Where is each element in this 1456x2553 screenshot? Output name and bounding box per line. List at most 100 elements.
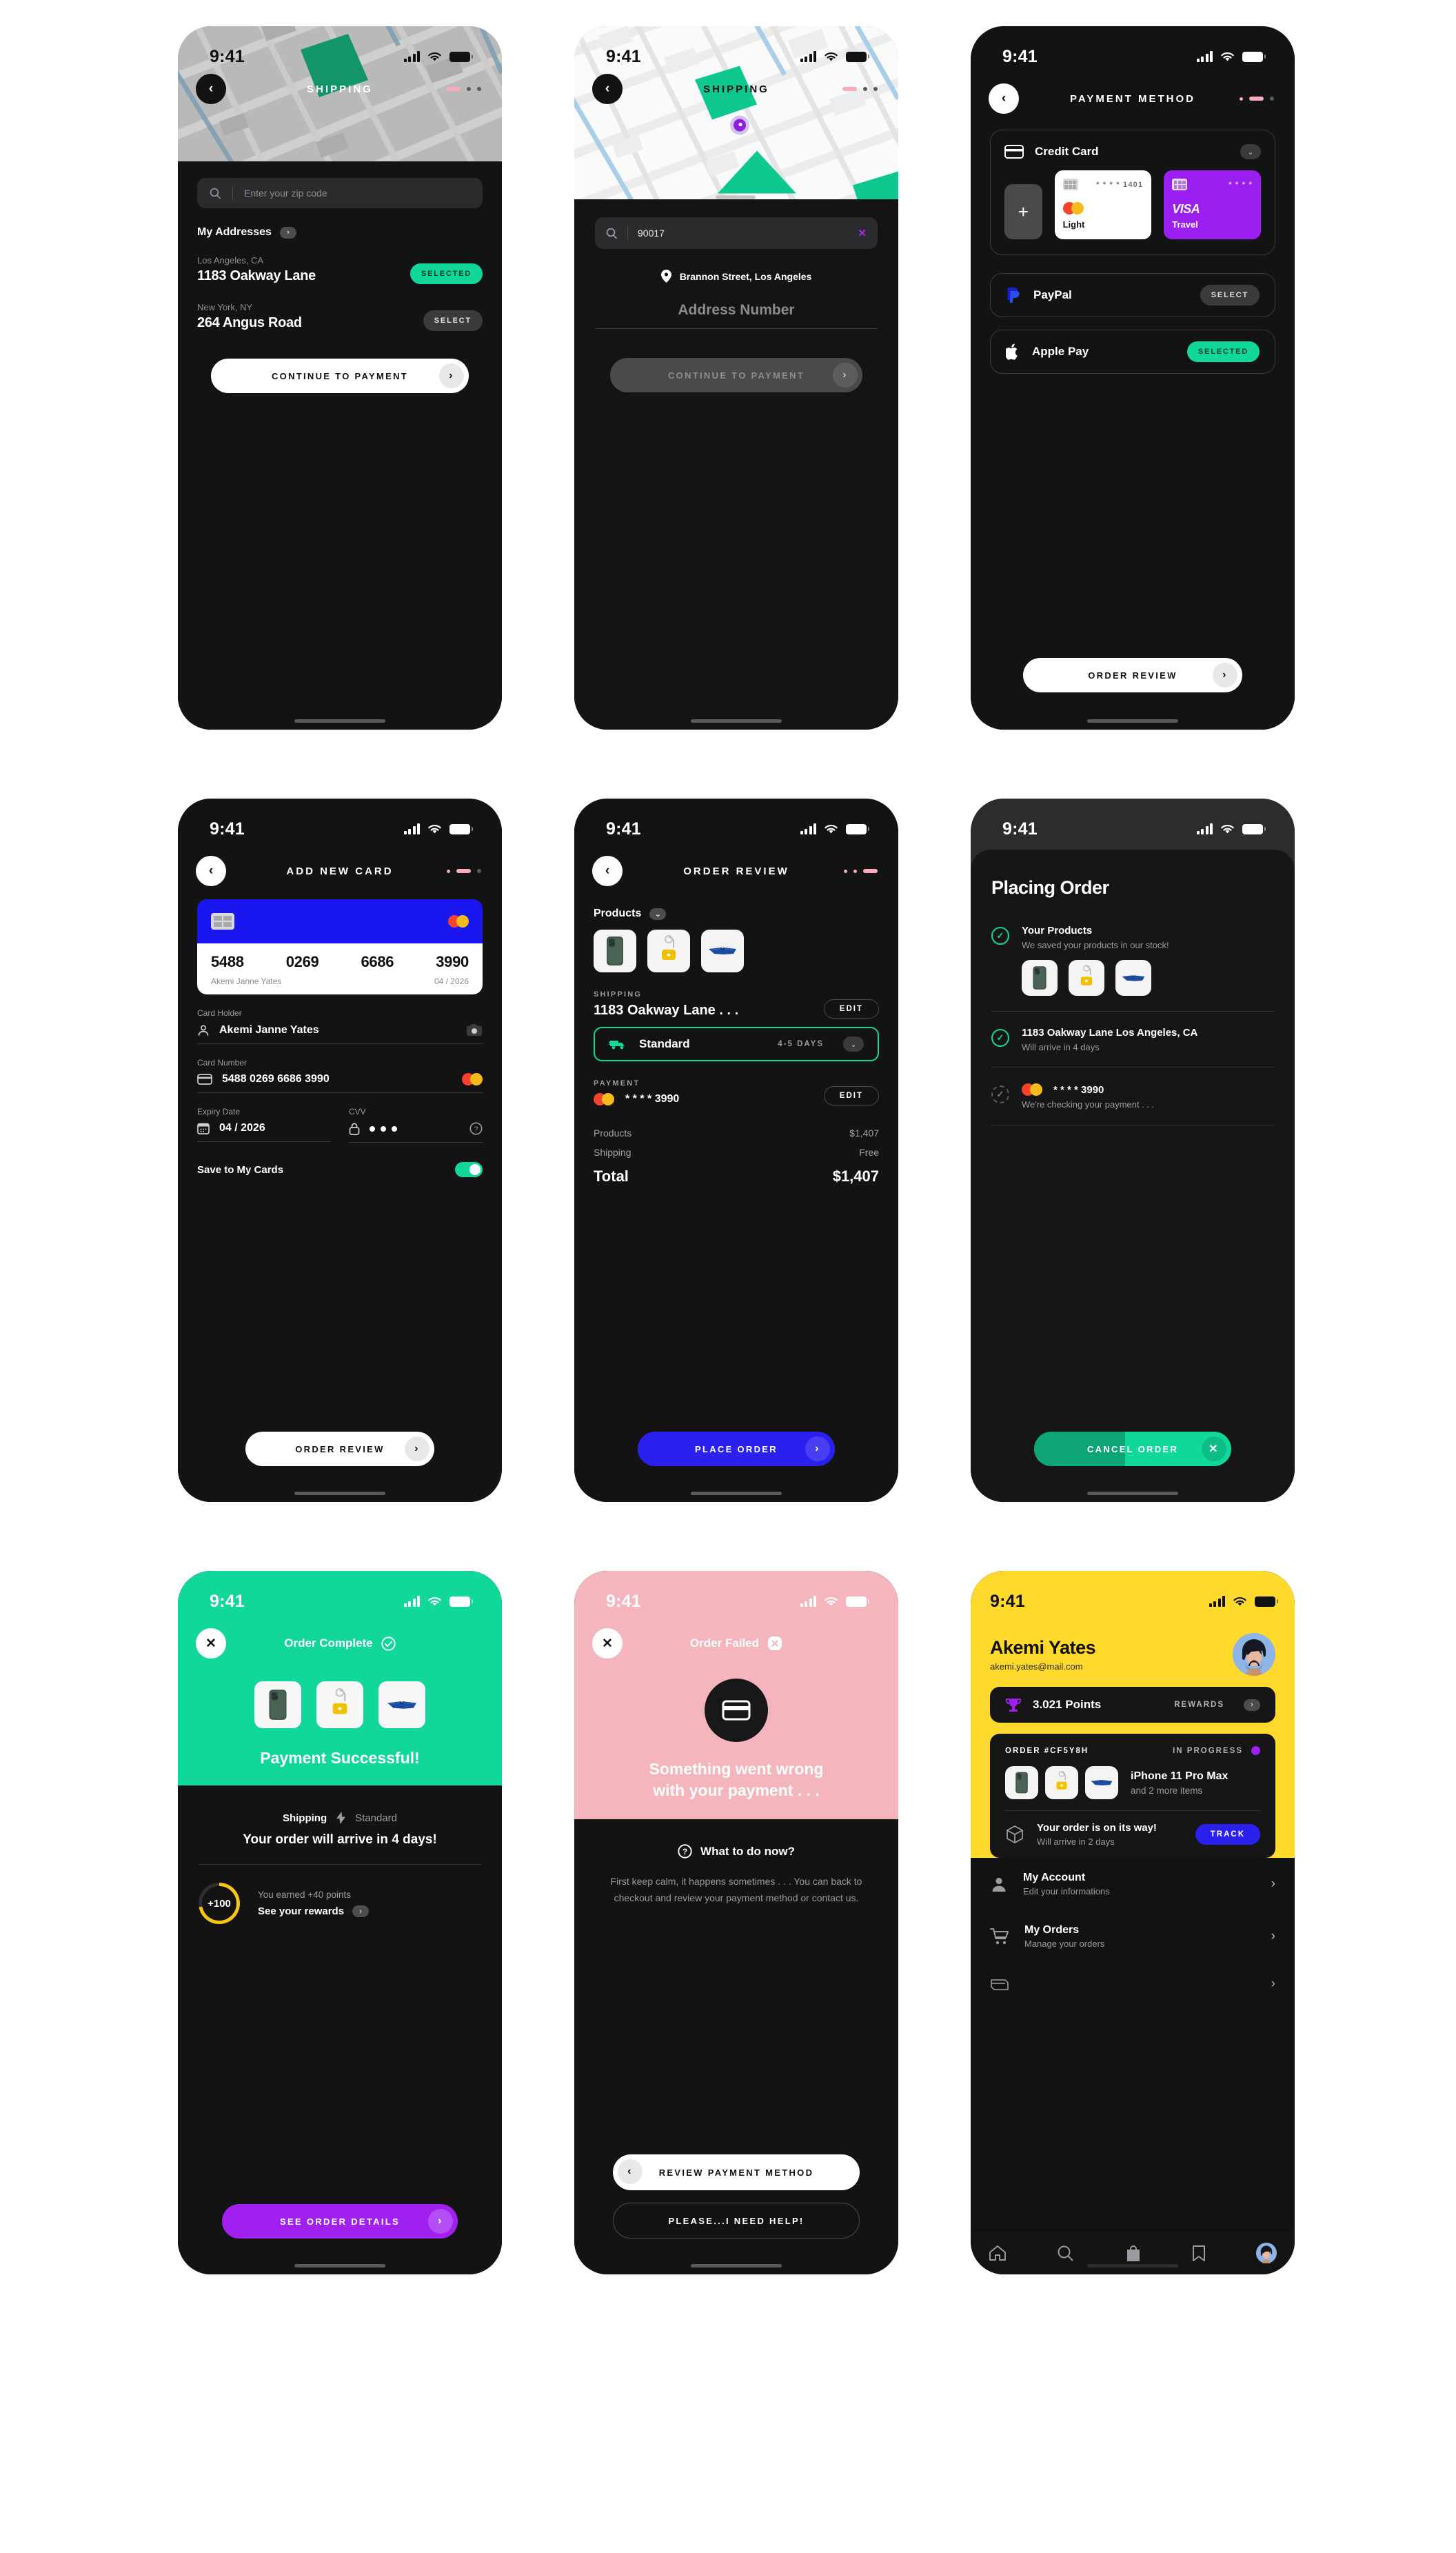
bag-icon[interactable]: [1125, 2245, 1142, 2262]
save-card-toggle[interactable]: [455, 1162, 483, 1177]
hero-title-line2: with your payment . . .: [653, 1781, 820, 1800]
track-button[interactable]: TRACK: [1195, 1824, 1260, 1845]
close-button[interactable]: ✕: [592, 1628, 623, 1659]
chevron-right-icon[interactable]: ›: [279, 226, 296, 239]
product-sunglasses[interactable]: [701, 930, 744, 972]
place-order-button[interactable]: PLACE ORDER ›: [638, 1432, 835, 1466]
chevron-right-icon[interactable]: ›: [1244, 1699, 1260, 1711]
card-number-label: Card Number: [197, 1058, 247, 1068]
home-indicator: [691, 719, 782, 723]
back-button[interactable]: ‹: [196, 856, 226, 886]
tracking-row[interactable]: Your order is on its way! Will arrive in…: [1005, 1810, 1260, 1858]
shipping-option-standard[interactable]: Standard 4-5 DAYS ⌄: [594, 1027, 879, 1061]
need-help-button[interactable]: PLEASE...I NEED HELP!: [613, 2203, 860, 2239]
order-card[interactable]: ORDER #CF5Y8H IN PROGRESS iPhone 11 Pro …: [990, 1734, 1275, 1858]
address-number-input[interactable]: Address Number: [595, 302, 878, 329]
back-button[interactable]: ‹: [196, 74, 226, 104]
shipping-address: 1183 Oakway Lane . . .: [594, 1003, 739, 1018]
page-indicator[interactable]: [842, 87, 878, 91]
address-row[interactable]: Los Angeles, CA 1183 Oakway Lane SELECTE…: [197, 255, 483, 284]
menu-item-my-orders[interactable]: My Orders Manage your orders ›: [990, 1910, 1275, 1963]
product-bag[interactable]: [647, 930, 690, 972]
status-bar: 9:41: [971, 26, 1295, 77]
review-payment-method-button[interactable]: ‹ REVIEW PAYMENT METHOD: [613, 2154, 860, 2190]
camera-icon[interactable]: [466, 1023, 483, 1037]
chevron-down-icon[interactable]: ⌄: [649, 908, 667, 920]
close-icon[interactable]: ✕: [858, 227, 867, 239]
address-row[interactable]: New York, NY 264 Angus Road SELECT: [197, 302, 483, 331]
card-number-field[interactable]: Card Number 5488 0269 6686 3990: [197, 1058, 483, 1093]
product-bag[interactable]: [316, 1681, 363, 1728]
page-indicator[interactable]: [844, 869, 878, 873]
phone-profile: 9:41 Akemi Yates akemi.yates@mail.com 3.…: [971, 1571, 1295, 2274]
credit-card-icon: [1004, 145, 1024, 159]
product-sunglasses[interactable]: [378, 1681, 425, 1728]
page-indicator[interactable]: [447, 869, 481, 873]
my-addresses-header[interactable]: My Addresses ›: [197, 226, 483, 239]
shipping-method: Standard: [355, 1812, 398, 1824]
product-iphone[interactable]: [594, 930, 636, 972]
edit-shipping-button[interactable]: EDIT: [823, 999, 879, 1019]
menu-item-my-cards[interactable]: My Cards ›: [990, 1963, 1275, 1992]
expiry-date-field[interactable]: Expiry Date 04 / 2026: [197, 1107, 331, 1143]
continue-label: CONTINUE TO PAYMENT: [667, 370, 805, 381]
chevron-right-icon[interactable]: ›: [352, 1905, 370, 1917]
paypal-select-button[interactable]: SELECT: [1200, 285, 1260, 306]
menu-item-my-account[interactable]: My Account Edit your informations ›: [990, 1858, 1275, 1910]
card-number-group: 3990: [436, 953, 469, 970]
card-holder-field[interactable]: Card Holder Akemi Janne Yates: [197, 1008, 483, 1044]
product-iphone[interactable]: [1022, 960, 1058, 996]
avatar-icon[interactable]: [1256, 2243, 1277, 2263]
signal-icon: [800, 1596, 816, 1607]
product-iphone[interactable]: [254, 1681, 301, 1728]
edit-payment-button[interactable]: EDIT: [823, 1086, 879, 1105]
product-sunglasses[interactable]: [1115, 960, 1151, 996]
cvv-field[interactable]: CVV ?: [349, 1107, 483, 1143]
bookmark-icon[interactable]: [1192, 2245, 1206, 2262]
card-label: Travel: [1172, 219, 1198, 230]
save-card-toggle-row[interactable]: Save to My Cards: [197, 1162, 483, 1177]
product-bag[interactable]: [1069, 960, 1104, 996]
cancel-order-button[interactable]: CANCEL ORDER ✕: [1034, 1432, 1231, 1466]
products-header[interactable]: Products ⌄: [594, 908, 879, 920]
chevron-down-icon[interactable]: ⌄: [843, 1037, 864, 1052]
address-entry-panel: 90017 ✕ Brannon Street, Los Angeles Addr…: [574, 199, 898, 730]
back-button[interactable]: ‹: [592, 74, 623, 104]
zip-search-input[interactable]: 90017 ✕: [595, 217, 878, 249]
home-icon[interactable]: [989, 2245, 1007, 2261]
order-review-button[interactable]: ORDER REVIEW ›: [245, 1432, 434, 1466]
address-select-button[interactable]: SELECTED: [410, 263, 483, 284]
saved-card[interactable]: * * * * 1401 Light: [1054, 170, 1152, 239]
menu-subtitle: Edit your informations: [1023, 1886, 1110, 1896]
profile-header: 9:41 Akemi Yates akemi.yates@mail.com 3.…: [971, 1571, 1295, 1858]
back-button[interactable]: ‹: [989, 83, 1019, 114]
page-indicator[interactable]: [446, 87, 481, 91]
order-review-label: ORDER REVIEW: [1088, 670, 1177, 681]
payment-method-paypal[interactable]: PayPal SELECT: [990, 273, 1275, 317]
order-review-button[interactable]: ORDER REVIEW ›: [1023, 658, 1242, 692]
avatar[interactable]: [1233, 1633, 1275, 1676]
apple-pay-select-button[interactable]: SELECTED: [1186, 341, 1260, 362]
total-label: Total: [594, 1168, 629, 1185]
back-button[interactable]: ‹: [592, 856, 623, 886]
wifi-icon: [1233, 1596, 1247, 1607]
see-order-details-button[interactable]: SEE ORDER DETAILS ›: [222, 2204, 458, 2239]
cvv-label: CVV: [349, 1107, 366, 1117]
chevron-down-icon[interactable]: ⌄: [1240, 144, 1261, 159]
credit-card-icon: [705, 1679, 768, 1742]
search-icon[interactable]: [1057, 2245, 1074, 2262]
phone-order-review: 9:41 ‹ ORDER REVIEW Products ⌄ SHIPPING …: [574, 799, 898, 1502]
chip-icon: [211, 913, 234, 930]
add-card-button[interactable]: +: [1004, 184, 1042, 239]
page-indicator[interactable]: [1240, 97, 1274, 101]
points-card[interactable]: 3.021 Points REWARDS ›: [990, 1687, 1275, 1723]
help-icon[interactable]: ?: [469, 1122, 483, 1135]
continue-to-payment-button[interactable]: CONTINUE TO PAYMENT ›: [211, 359, 469, 393]
zip-search-input[interactable]: Enter your zip code: [197, 178, 483, 208]
apple-pay-label: Apple Pay: [1032, 345, 1089, 358]
close-button[interactable]: ✕: [196, 1628, 226, 1659]
saved-card[interactable]: * * * * VISA Travel: [1164, 170, 1261, 239]
continue-to-payment-button[interactable]: CONTINUE TO PAYMENT ›: [610, 358, 862, 392]
payment-method-apple-pay[interactable]: Apple Pay SELECTED: [990, 330, 1275, 374]
address-select-button[interactable]: SELECT: [423, 310, 483, 331]
